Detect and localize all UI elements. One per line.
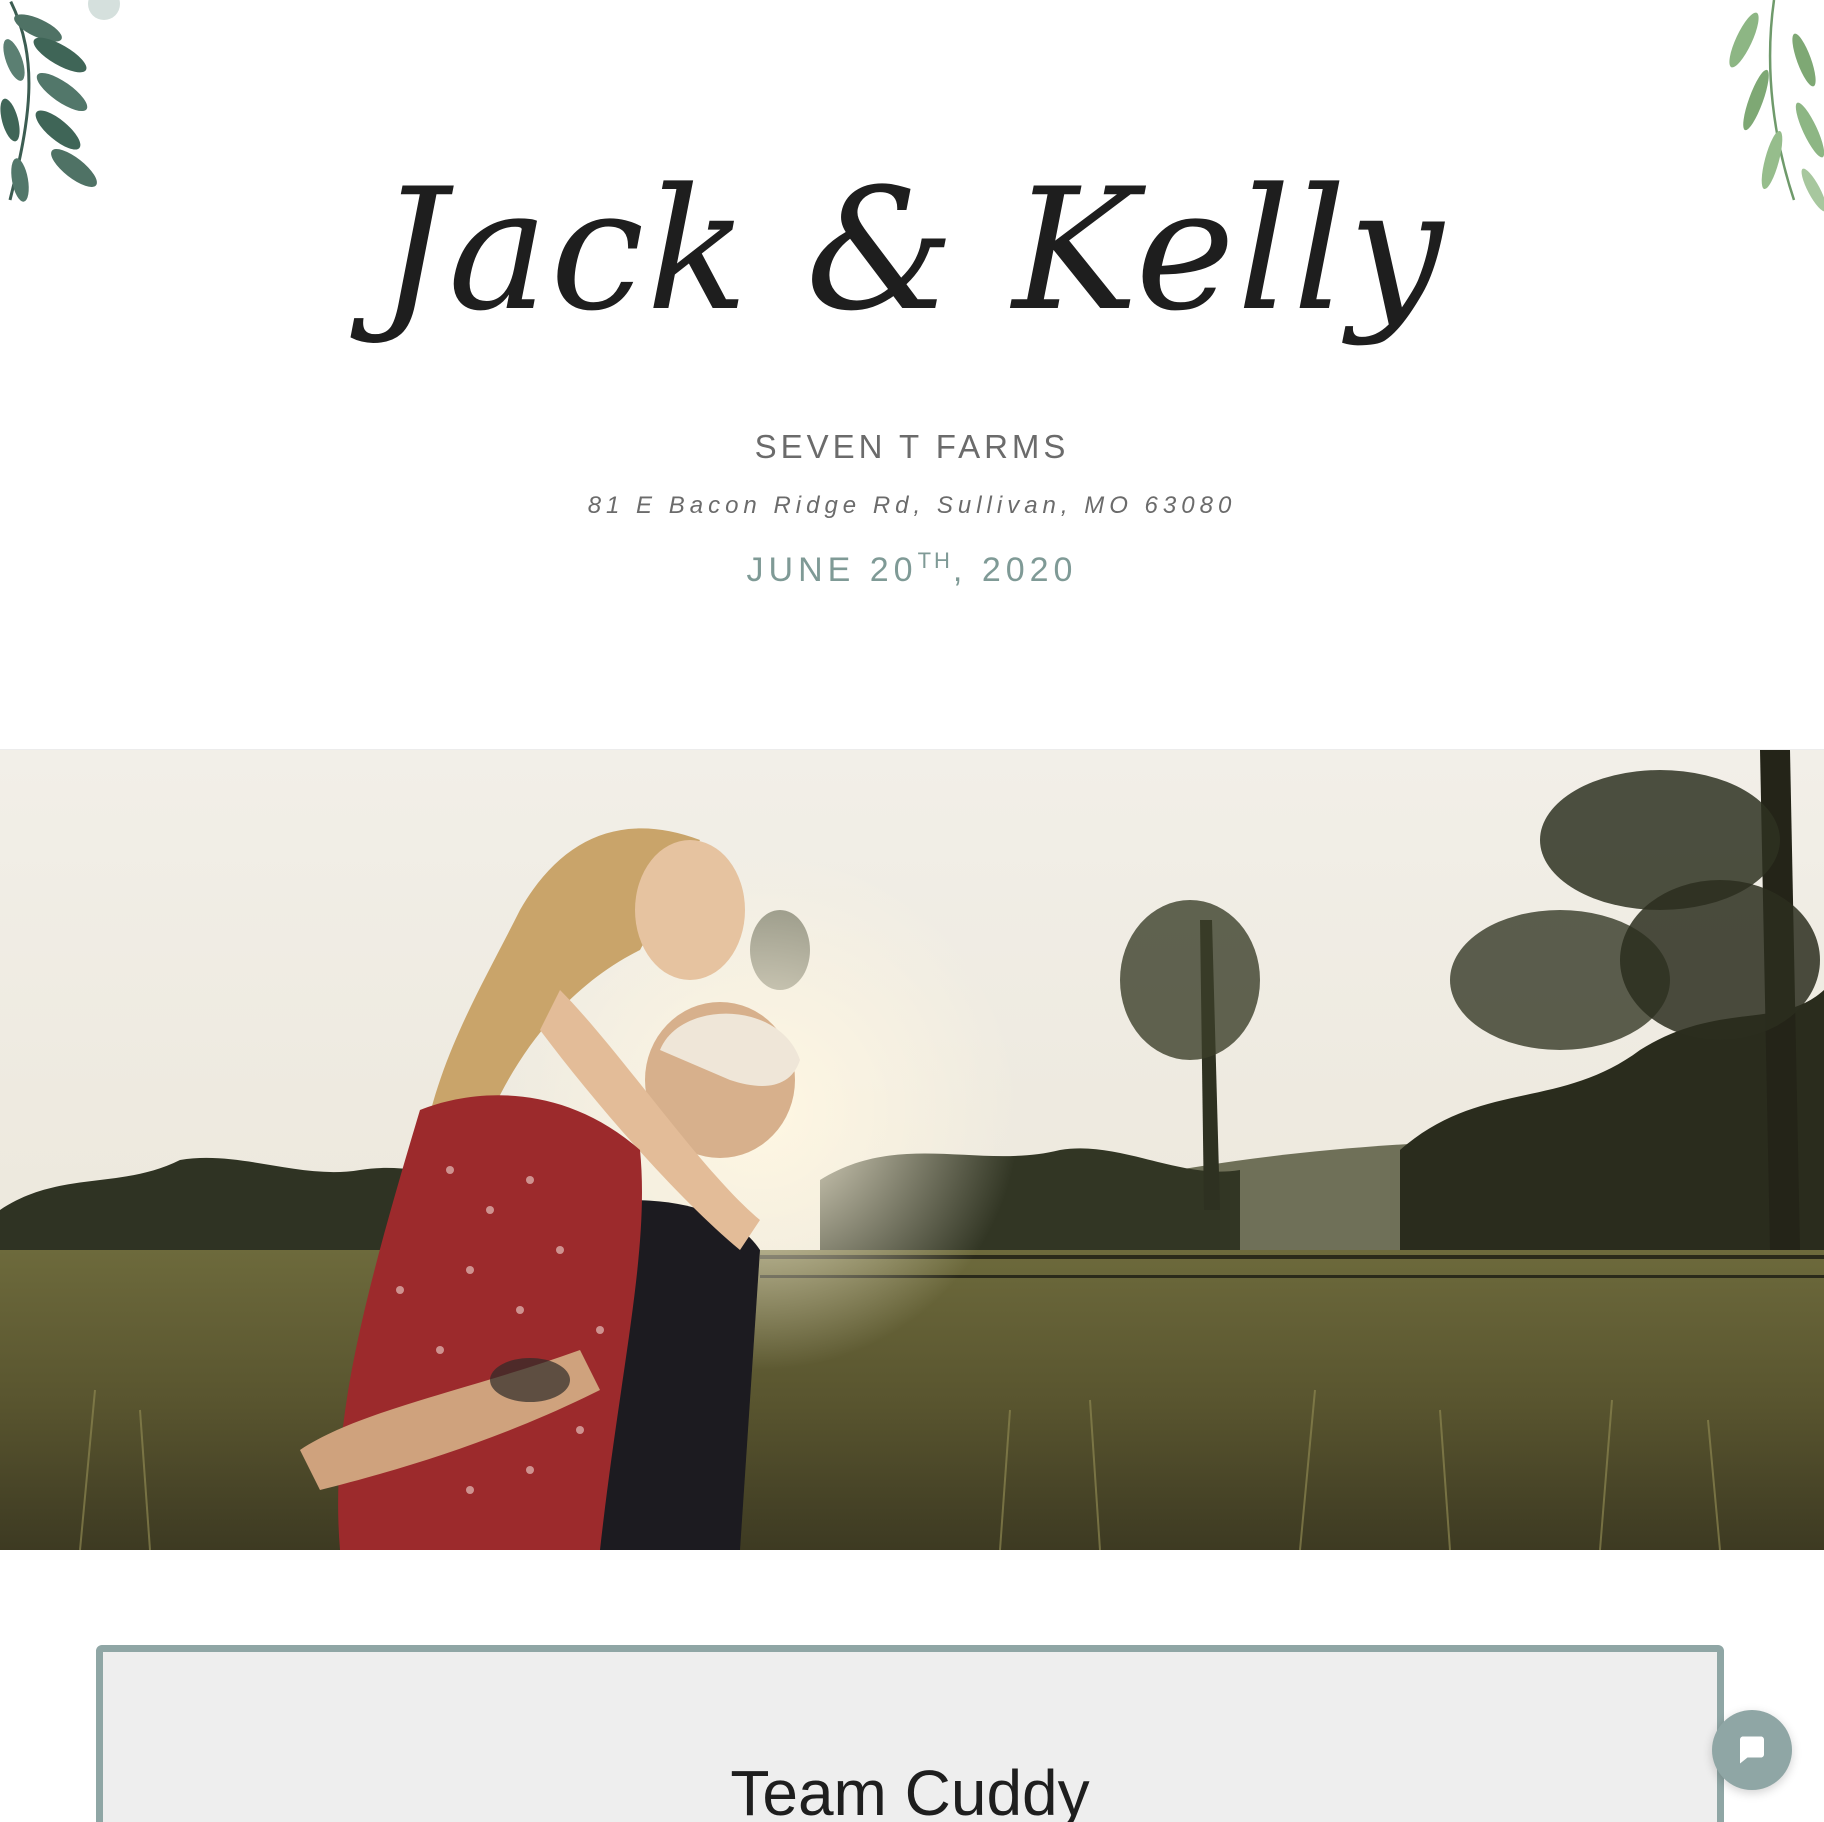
page: Jack & Kelly SEVEN T FARMS 81 E Bacon Ri… (0, 0, 1824, 1822)
hero-photo-illustration (0, 750, 1824, 1550)
couple-names-heading: Jack & Kelly (378, 152, 1446, 348)
event-date: JUNE 20TH, 2020 (0, 548, 1824, 590)
chat-bubble-icon (1740, 1736, 1764, 1764)
chat-button[interactable] (1712, 1710, 1792, 1790)
team-section: Team Cuddy (96, 1645, 1724, 1822)
event-date-suffix: , 2020 (952, 551, 1078, 590)
venue-name: SEVEN T FARMS (754, 428, 1070, 465)
event-date-ordinal: TH (917, 548, 953, 573)
venue-address: 81 E Bacon Ridge Rd, Sullivan, MO 63080 (587, 492, 1237, 519)
event-date-prefix: JUNE 20 (746, 551, 918, 590)
team-title: Team Cuddy (730, 1757, 1090, 1822)
hero-photo (0, 749, 1824, 1550)
